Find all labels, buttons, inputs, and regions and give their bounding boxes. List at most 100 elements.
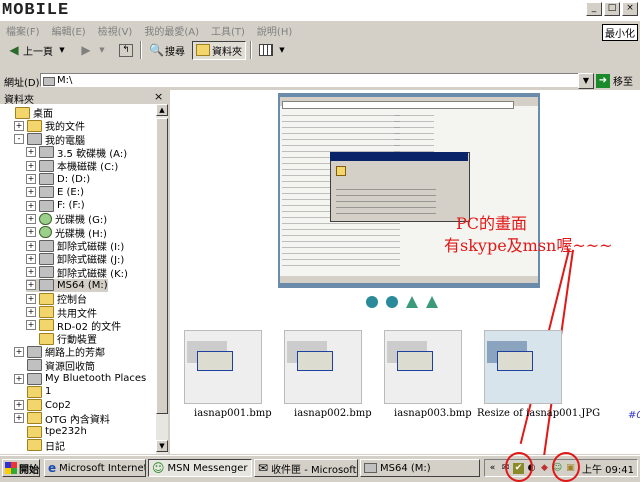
toolbar-divider — [140, 41, 142, 59]
drive-icon — [39, 173, 54, 185]
tree-item[interactable]: - 我的電腦 — [14, 133, 85, 147]
network-tray-icon[interactable]: ◆ — [539, 463, 550, 474]
previous-image-icon[interactable] — [366, 296, 378, 308]
menu-tools[interactable]: 工具(T) — [205, 21, 251, 38]
tree-item-label: 卸除式磁碟 (K:) — [57, 268, 128, 280]
preview-drive-icon — [336, 166, 346, 176]
up-folder-button[interactable]: ↰ — [116, 43, 136, 58]
address-input[interactable]: M:\ — [40, 73, 580, 87]
forward-button[interactable]: ▶ ▼ — [76, 42, 112, 58]
expand-icon[interactable]: + — [26, 240, 36, 251]
expand-icon[interactable]: + — [14, 346, 24, 357]
task-outlook-inbox[interactable]: ✉ 收件匣 - Microsoft ... — [254, 459, 358, 477]
tree-item[interactable]: + 卸除式磁碟 (J:) — [26, 252, 124, 266]
tree-item[interactable]: + 卸除式磁碟 (K:) — [26, 266, 128, 280]
expand-icon[interactable]: + — [26, 320, 36, 331]
tree-item[interactable]: 日記 — [14, 439, 65, 453]
forward-arrow-icon: ▶ — [81, 43, 91, 57]
menu-edit[interactable]: 編輯(E) — [46, 21, 92, 38]
folders-button[interactable]: 資料夾 — [192, 40, 246, 60]
back-button[interactable]: ◀ 上一頁 ▼ — [4, 42, 72, 59]
start-button[interactable]: 開始 — [2, 459, 40, 477]
expand-icon[interactable]: + — [26, 307, 36, 317]
tree-item[interactable]: 桌面 — [2, 106, 53, 120]
tree-item[interactable]: + Cop2 — [14, 399, 71, 412]
tree-item[interactable]: +3.5 軟碟機 (A:) — [26, 146, 127, 160]
chevron-left-icon[interactable]: « — [487, 463, 498, 474]
expand-icon[interactable]: + — [14, 400, 24, 411]
expand-icon[interactable]: + — [14, 373, 24, 384]
tree-item[interactable]: + 網路上的芳鄰 — [14, 345, 105, 359]
collapse-icon[interactable]: - — [14, 134, 24, 145]
menu-view[interactable]: 檢視(V) — [92, 21, 139, 38]
tree-item[interactable]: + OTG 內含資料 — [14, 412, 110, 426]
chevron-down-icon[interactable]: ▼ — [95, 43, 109, 57]
expand-icon[interactable]: + — [26, 147, 36, 158]
search-button[interactable]: 🔍 搜尋 — [146, 42, 188, 59]
task-internet-explorer[interactable]: e Microsoft Internet ... — [44, 459, 146, 477]
expand-icon[interactable]: + — [26, 293, 36, 304]
menu-help[interactable]: 說明(H) — [251, 21, 298, 38]
cd-drive-icon — [39, 212, 52, 225]
tree-item[interactable]: 資源回收筒 — [14, 359, 95, 373]
expand-icon[interactable]: + — [26, 280, 36, 291]
scroll-up-icon[interactable]: ▲ — [156, 104, 168, 116]
tree-item[interactable]: + 光碟機 (H:) — [26, 226, 107, 240]
expand-icon[interactable]: + — [26, 227, 36, 238]
tree-item[interactable]: tpe232h — [14, 425, 87, 438]
rotate-left-icon[interactable] — [406, 296, 418, 308]
tree-item[interactable]: + MS64 (M:) — [26, 278, 108, 292]
tree-item[interactable]: + 我的文件 — [14, 119, 85, 133]
thumbnail-iasnap003[interactable] — [384, 330, 462, 404]
tree-item[interactable]: + 共用文件 — [26, 306, 97, 320]
thumbnail-iasnap002[interactable] — [284, 330, 362, 404]
scroll-thumb[interactable] — [156, 118, 168, 414]
views-button[interactable]: ▼ — [256, 42, 292, 58]
tree-item[interactable]: + 本機磁碟 (C:) — [26, 159, 118, 173]
chevron-down-icon[interactable]: ▼ — [55, 43, 69, 57]
go-button[interactable]: ➜ 移至 — [596, 73, 633, 88]
expand-icon[interactable]: + — [26, 253, 36, 264]
tree-item[interactable]: 1 — [14, 385, 51, 398]
menu-file[interactable]: 檔案(F) — [0, 21, 46, 38]
drive-icon — [27, 372, 42, 385]
tree-item[interactable]: + D: (D:) — [26, 173, 90, 186]
thumbnail-iasnap001[interactable] — [184, 330, 262, 404]
tree-item[interactable]: + 卸除式磁碟 (I:) — [26, 239, 124, 253]
tree-item[interactable]: + E (E:) — [26, 186, 84, 199]
scroll-down-icon[interactable]: ▼ — [156, 440, 168, 452]
folder-pane-header: 資料夾 × — [0, 90, 168, 106]
expand-icon[interactable]: + — [26, 160, 36, 171]
close-button[interactable]: × — [622, 2, 638, 16]
tree-item[interactable]: + RD-02 的文件 — [26, 319, 121, 333]
task-ms64-drive[interactable]: MS64 (M:) — [360, 459, 480, 477]
minimize-button[interactable]: _ — [586, 2, 602, 16]
expand-icon[interactable]: + — [26, 213, 36, 224]
address-dropdown-icon[interactable]: ▼ — [578, 73, 594, 89]
tree-item[interactable]: + 光碟機 (G:) — [26, 212, 107, 226]
expand-icon[interactable]: + — [26, 187, 36, 198]
tree-item[interactable]: 行動裝置 — [26, 332, 97, 346]
task-label: 收件匣 - Microsoft ... — [271, 464, 357, 476]
menu-bar: 檔案(F) 編輯(E) 檢視(V) 我的最愛(A) 工具(T) 說明(H) — [0, 21, 298, 38]
tree-item-label: 資源回收筒 — [45, 361, 95, 373]
tree-item[interactable]: + 控制台 — [26, 292, 87, 306]
thumbnail-resize-iasnap001[interactable] — [484, 330, 562, 404]
menu-favorites[interactable]: 我的最愛(A) — [138, 21, 205, 38]
next-image-icon[interactable] — [386, 296, 398, 308]
rotate-right-icon[interactable] — [426, 296, 438, 308]
tree-item-label: D: (D:) — [57, 173, 91, 185]
chevron-down-icon[interactable]: ▼ — [275, 43, 289, 57]
expand-icon[interactable]: + — [26, 267, 36, 278]
tree-item[interactable]: + F: (F:) — [26, 199, 85, 212]
drive-icon — [43, 77, 55, 86]
expand-icon[interactable]: + — [14, 120, 24, 131]
close-icon[interactable]: × — [154, 90, 163, 103]
expand-icon[interactable]: + — [26, 174, 36, 184]
maximize-button[interactable]: □ — [604, 2, 620, 16]
expand-icon[interactable]: + — [14, 413, 24, 424]
title-bar — [0, 0, 640, 21]
expand-icon[interactable]: + — [26, 200, 36, 211]
tree-item[interactable]: + My Bluetooth Places — [14, 372, 146, 385]
task-msn-messenger[interactable]: ☺ MSN Messenger (B... — [148, 459, 252, 477]
